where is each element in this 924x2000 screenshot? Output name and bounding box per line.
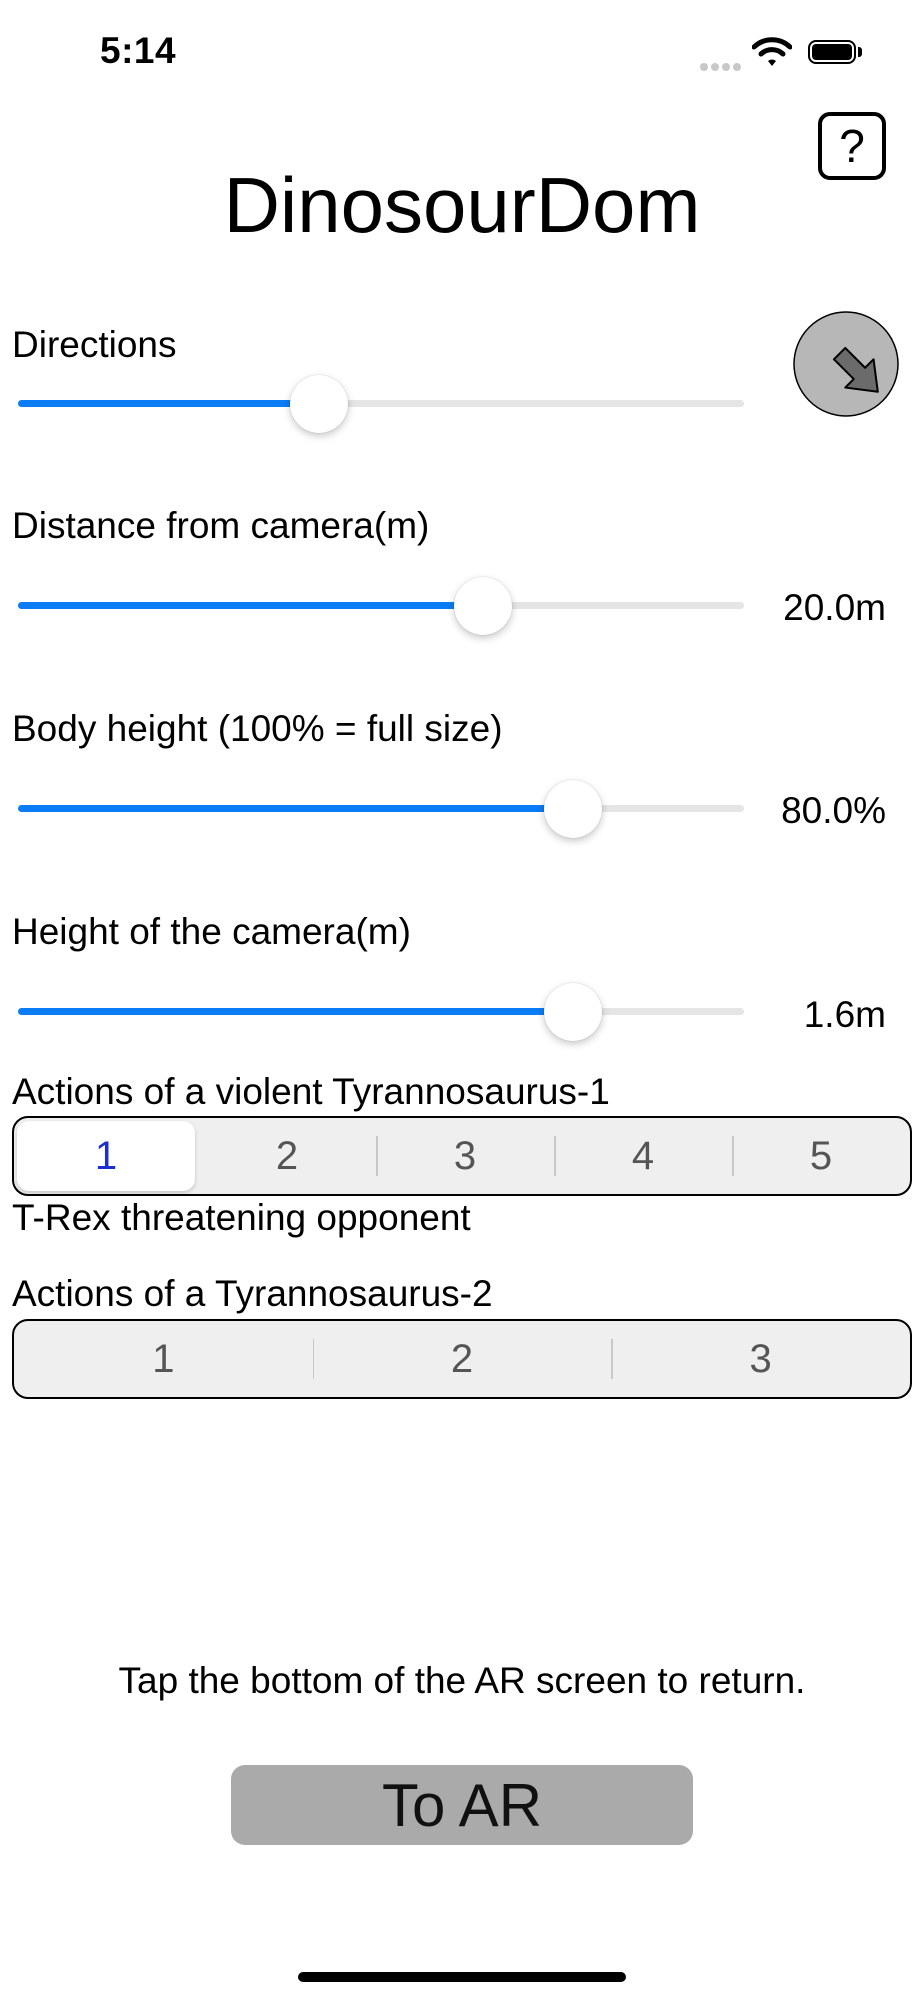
slider-fill bbox=[18, 805, 574, 812]
segment-actions2-1[interactable]: 1 bbox=[14, 1321, 313, 1397]
slider-fill bbox=[18, 602, 483, 609]
actions1-caption: T-Rex threatening opponent bbox=[12, 1197, 471, 1238]
segment-actions1-3[interactable]: 3 bbox=[376, 1118, 554, 1194]
camera-height-value: 1.6m bbox=[803, 994, 886, 1035]
battery-tip bbox=[858, 47, 862, 57]
wifi-icon bbox=[751, 36, 793, 73]
actions2-segmented-control[interactable]: 123 bbox=[12, 1319, 912, 1399]
segment-actions1-2[interactable]: 2 bbox=[198, 1118, 376, 1194]
distance-value: 20.0m bbox=[783, 587, 886, 628]
slider-fill bbox=[18, 400, 320, 407]
to-ar-button[interactable]: To AR bbox=[231, 1765, 693, 1845]
segment-actions2-2[interactable]: 2 bbox=[312, 1321, 612, 1397]
slider-thumb[interactable] bbox=[544, 983, 603, 1041]
segment-actions1-4[interactable]: 4 bbox=[554, 1118, 732, 1194]
slider-thumb[interactable] bbox=[544, 780, 603, 838]
battery-icon bbox=[808, 40, 856, 64]
to-ar-button-label: To AR bbox=[381, 1771, 543, 1839]
direction-indicator bbox=[792, 310, 900, 418]
return-hint: Tap the bottom of the AR screen to retur… bbox=[118, 1660, 806, 1701]
body-height-value: 80.0% bbox=[781, 790, 886, 831]
distance-slider[interactable] bbox=[18, 576, 744, 636]
segment-actions1-1[interactable]: 1 bbox=[17, 1121, 195, 1191]
cellular-signal-icon bbox=[700, 58, 744, 76]
body-height-label: Body height (100% = full size) bbox=[12, 708, 503, 749]
actions1-label: Actions of a violent Tyrannosaurus-1 bbox=[12, 1071, 610, 1112]
body-height-slider[interactable] bbox=[18, 779, 744, 839]
slider-thumb[interactable] bbox=[290, 375, 349, 433]
distance-label: Distance from camera(m) bbox=[12, 505, 430, 546]
actions1-segmented-control[interactable]: 12345 bbox=[12, 1116, 912, 1196]
directions-label: Directions bbox=[12, 324, 177, 365]
camera-height-slider[interactable] bbox=[18, 982, 744, 1042]
slider-thumb[interactable] bbox=[453, 577, 512, 635]
app-title: DinosourDom bbox=[223, 161, 701, 249]
actions2-label: Actions of a Tyrannosaurus-2 bbox=[12, 1273, 493, 1314]
segment-actions1-5[interactable]: 5 bbox=[732, 1118, 910, 1194]
status-time: 5:14 bbox=[100, 30, 177, 71]
home-indicator[interactable] bbox=[298, 1972, 626, 1982]
camera-height-label: Height of the camera(m) bbox=[12, 911, 411, 952]
segment-actions2-3[interactable]: 3 bbox=[611, 1321, 910, 1397]
slider-fill bbox=[18, 1008, 574, 1015]
directions-slider[interactable] bbox=[18, 374, 744, 434]
